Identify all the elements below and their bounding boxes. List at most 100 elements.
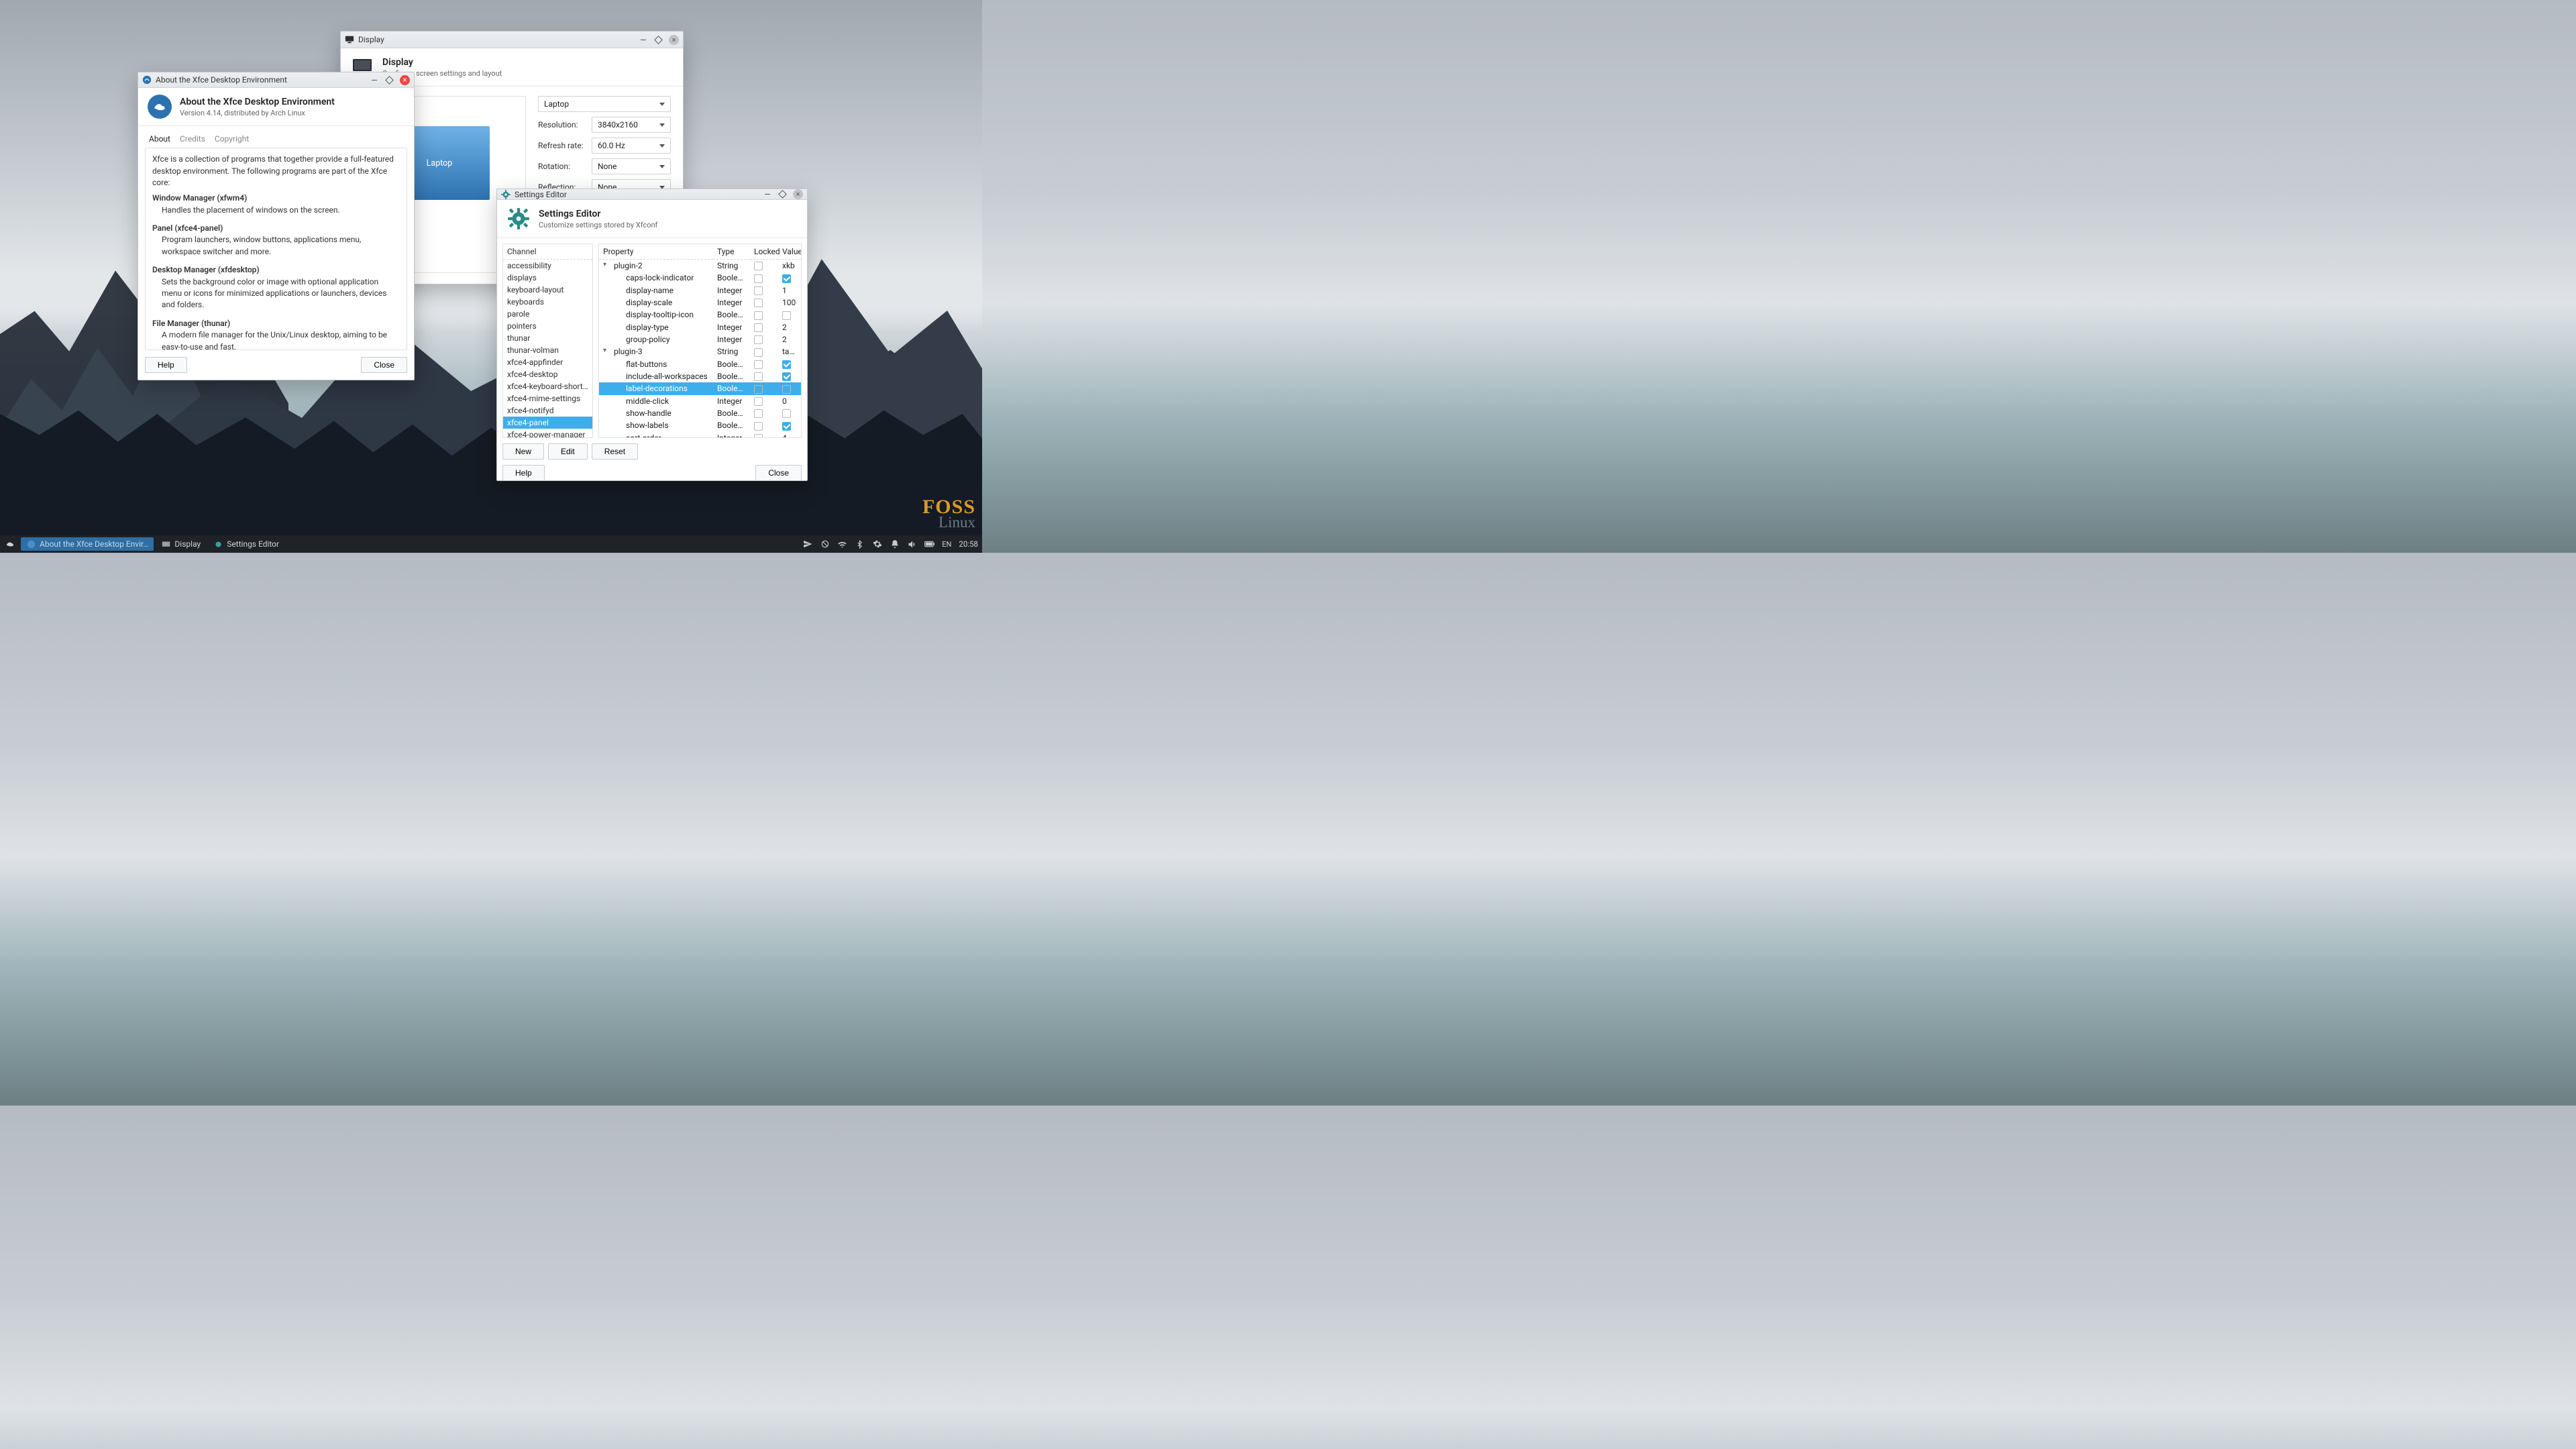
seditor-titlebar[interactable]: Settings Editor ×	[497, 189, 807, 200]
locked-checkbox[interactable]	[754, 299, 763, 307]
property-row[interactable]: display-nameInteger1	[599, 284, 801, 297]
task-button[interactable]: Settings Editor	[208, 537, 284, 551]
wifi-icon[interactable]	[837, 539, 847, 549]
channel-item[interactable]: xfce4-appfinder	[503, 356, 592, 368]
new-button[interactable]: New	[502, 443, 544, 460]
task-button[interactable]: Display	[156, 537, 206, 551]
about-titlebar[interactable]: About the Xfce Desktop Environment	[138, 72, 414, 88]
volume-icon[interactable]	[907, 539, 917, 549]
value-checkbox[interactable]	[782, 360, 791, 369]
tab-copyright[interactable]: Copyright	[215, 133, 249, 148]
close-button[interactable]	[400, 75, 410, 85]
refresh-select[interactable]: 60.0 Hz	[592, 138, 671, 154]
locked-checkbox[interactable]	[754, 262, 763, 270]
locked-checkbox[interactable]	[754, 335, 763, 344]
channel-item[interactable]: xfce4-panel	[503, 417, 592, 429]
locked-checkbox[interactable]	[754, 422, 763, 431]
help-button[interactable]: Help	[502, 465, 545, 481]
close-button[interactable]: Close	[755, 465, 802, 481]
resolution-select[interactable]: 3840x2160	[592, 117, 671, 133]
locked-checkbox[interactable]	[754, 348, 763, 357]
rotation-select[interactable]: None	[592, 158, 671, 174]
property-row[interactable]: display-typeInteger2	[599, 321, 801, 333]
send-icon[interactable]	[802, 539, 812, 549]
clock[interactable]: 20:58	[959, 539, 978, 549]
value-checkbox[interactable]	[782, 385, 791, 394]
help-button[interactable]: Help	[145, 357, 187, 373]
battery-icon[interactable]	[924, 539, 934, 549]
channel-item[interactable]: displays	[503, 272, 592, 284]
property-row[interactable]: middle-clickInteger0	[599, 395, 801, 407]
bluetooth-icon[interactable]	[855, 539, 865, 549]
channel-item[interactable]: pointers	[503, 320, 592, 332]
maximize-button[interactable]	[777, 189, 788, 199]
value-checkbox[interactable]	[782, 422, 791, 431]
value-checkbox[interactable]	[782, 311, 791, 320]
channel-item[interactable]: keyboards	[503, 296, 592, 308]
output-select[interactable]: Laptop	[538, 96, 671, 112]
locked-checkbox[interactable]	[754, 372, 763, 381]
channel-item[interactable]: thunar-volman	[503, 344, 592, 356]
property-row[interactable]: include-all-workspacesBoolean	[599, 370, 801, 382]
property-row[interactable]: group-policyInteger2	[599, 333, 801, 345]
panel[interactable]: About the Xfce Desktop Envir…DisplaySett…	[0, 535, 982, 553]
channels-pane[interactable]: Channel accessibilitydisplayskeyboard-la…	[502, 244, 593, 438]
col-type[interactable]: Type	[713, 244, 750, 260]
bell-icon[interactable]	[890, 539, 900, 549]
close-button[interactable]: Close	[361, 357, 407, 373]
task-button[interactable]: About the Xfce Desktop Envir…	[21, 537, 154, 551]
locked-checkbox[interactable]	[754, 434, 763, 438]
property-row[interactable]: display-scaleInteger100	[599, 297, 801, 309]
minimize-button[interactable]	[762, 189, 772, 199]
channel-item[interactable]: xfce4-mime-settings	[503, 392, 592, 405]
property-row[interactable]: show-handleBoolean	[599, 407, 801, 419]
channel-item[interactable]: xfce4-notifyd	[503, 405, 592, 417]
property-row[interactable]: show-labelsBoolean	[599, 419, 801, 431]
locked-checkbox[interactable]	[754, 385, 763, 394]
channel-item[interactable]: accessibility	[503, 260, 592, 272]
close-button[interactable]: ×	[669, 35, 679, 45]
col-value[interactable]: Value	[778, 244, 801, 260]
locked-checkbox[interactable]	[754, 360, 763, 369]
channel-item[interactable]: xfce4-keyboard-shortcuts	[503, 380, 592, 392]
minimize-button[interactable]	[638, 35, 648, 45]
value-checkbox[interactable]	[782, 372, 791, 381]
locked-checkbox[interactable]	[754, 397, 763, 406]
channel-item[interactable]: keyboard-layout	[503, 284, 592, 296]
maximize-button[interactable]	[653, 35, 663, 45]
tab-about[interactable]: About	[149, 133, 170, 148]
channel-item[interactable]: xfce4-desktop	[503, 368, 592, 380]
applications-menu-icon[interactable]	[4, 538, 16, 550]
channel-item[interactable]: parole	[503, 308, 592, 320]
property-row[interactable]: flat-buttonsBoolean	[599, 358, 801, 370]
display-titlebar[interactable]: Display ×	[341, 32, 683, 48]
channel-item[interactable]: thunar	[503, 332, 592, 344]
property-row[interactable]: sort-orderInteger4	[599, 432, 801, 438]
value-checkbox[interactable]	[782, 274, 791, 283]
tab-credits[interactable]: Credits	[180, 133, 205, 148]
channel-item[interactable]: xfce4-power-manager	[503, 429, 592, 438]
reset-button[interactable]: Reset	[592, 443, 638, 460]
locked-checkbox[interactable]	[754, 274, 763, 283]
locked-checkbox[interactable]	[754, 311, 763, 320]
no-symbol-icon[interactable]	[820, 539, 830, 549]
locked-checkbox[interactable]	[754, 323, 763, 332]
locked-checkbox[interactable]	[754, 286, 763, 295]
value-checkbox[interactable]	[782, 409, 791, 418]
about-body[interactable]: Xfce is a collection of programs that to…	[145, 148, 407, 350]
property-row[interactable]: plugin-3Stringtasklist	[599, 345, 801, 358]
property-row[interactable]: label-decorationsBoolean	[599, 382, 801, 394]
property-row[interactable]: caps-lock-indicatorBoolean	[599, 272, 801, 284]
col-locked[interactable]: Locked	[750, 244, 778, 260]
col-property[interactable]: Property	[599, 244, 713, 260]
minimize-button[interactable]	[369, 75, 379, 85]
edit-button[interactable]: Edit	[548, 443, 588, 460]
property-row[interactable]: display-tooltip-iconBoolean	[599, 309, 801, 321]
close-button[interactable]: ×	[793, 189, 803, 199]
locked-checkbox[interactable]	[754, 409, 763, 418]
keyboard-layout-indicator[interactable]: EN	[942, 540, 951, 549]
properties-pane[interactable]: Property Type Locked Value plugin-2Strin…	[598, 244, 802, 438]
gear-icon[interactable]	[872, 539, 882, 549]
maximize-button[interactable]	[384, 75, 394, 85]
property-row[interactable]: plugin-2Stringxkb	[599, 260, 801, 272]
